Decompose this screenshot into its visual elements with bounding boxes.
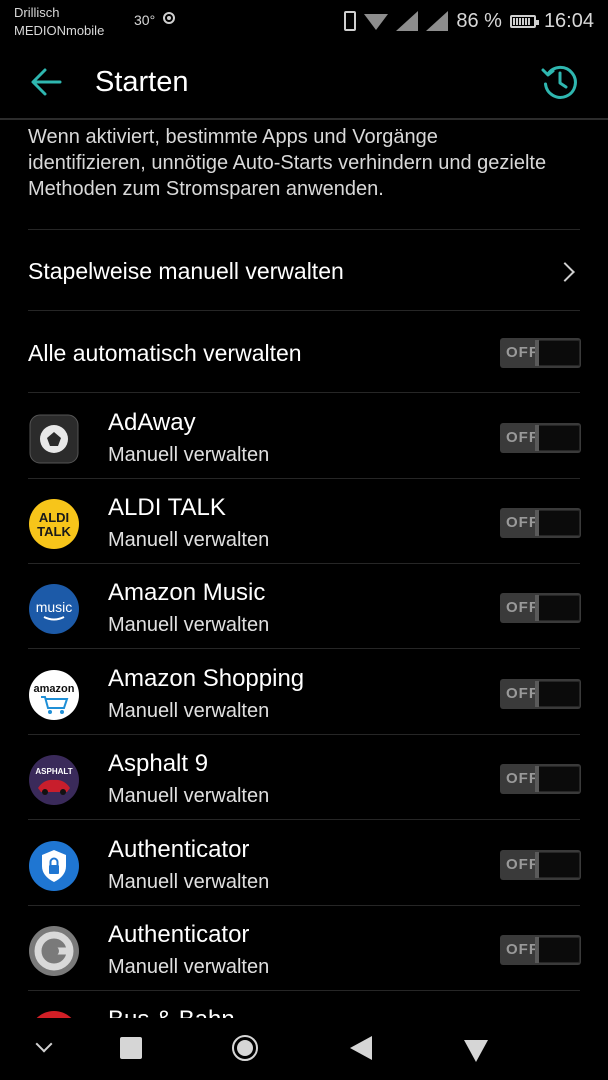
- app-toggle[interactable]: OFF: [500, 850, 581, 880]
- app-toggle[interactable]: OFF: [500, 935, 581, 965]
- bus-bahn-icon: [36, 1011, 72, 1018]
- app-subtitle: Manuell verwalten: [108, 956, 270, 978]
- app-subtitle: Manuell verwalten: [108, 871, 270, 893]
- batch-manage-row[interactable]: Stapelweise manuell verwalten: [0, 230, 608, 310]
- notifications-triangle-icon[interactable]: [464, 1040, 488, 1062]
- auto-manage-label: Alle automatisch verwalten: [28, 340, 302, 366]
- clock-history-icon[interactable]: [540, 62, 580, 102]
- auto-manage-toggle[interactable]: OFF: [500, 338, 581, 368]
- app-toggle[interactable]: OFF: [500, 679, 581, 709]
- app-name: Bus & Bahn: [108, 1005, 235, 1018]
- location-dot-icon: [163, 12, 175, 24]
- arrow-left-icon[interactable]: [28, 64, 64, 100]
- navigation-bar: [0, 1018, 608, 1080]
- app-name: AdAway: [108, 409, 196, 436]
- toggle-knob: [535, 425, 580, 451]
- vibrate-icon: [344, 11, 357, 31]
- divider: [28, 819, 580, 820]
- app-name: Authenticator: [108, 921, 250, 948]
- recents-square-icon[interactable]: [120, 1037, 142, 1059]
- chevron-down-icon[interactable]: [35, 1035, 53, 1053]
- temperature: 30°: [134, 12, 156, 28]
- status-bar: Drillisch MEDIONmobile 30° 86 % 16:04: [0, 0, 608, 44]
- home-circle-icon[interactable]: [232, 1035, 258, 1061]
- toolbar: Starten: [0, 44, 608, 119]
- toggle-knob: [535, 510, 580, 536]
- app-row-amazon-music: music Amazon Music Manuell verwalten OFF: [0, 564, 608, 649]
- asphalt-9-icon: ASPHALT: [29, 755, 79, 805]
- svg-text:music: music: [36, 599, 73, 615]
- svg-text:ALDI: ALDI: [39, 510, 69, 525]
- app-toggle[interactable]: OFF: [500, 423, 581, 453]
- divider: [28, 392, 580, 393]
- batch-manage-label: Stapelweise manuell verwalten: [28, 258, 344, 284]
- toggle-knob: [535, 340, 580, 366]
- divider: [28, 648, 580, 649]
- app-name: ALDI TALK: [108, 494, 226, 521]
- app-name: Amazon Music: [108, 579, 266, 606]
- toggle-knob: [535, 937, 580, 963]
- auto-manage-row: Alle automatisch verwalten OFF: [0, 311, 608, 391]
- battery-icon: [509, 14, 539, 28]
- chevron-right-icon: [555, 262, 575, 282]
- page-title: Starten: [95, 66, 189, 98]
- app-toggle[interactable]: OFF: [500, 593, 581, 623]
- toggle-knob: [535, 595, 580, 621]
- carrier-label: Drillisch MEDIONmobile: [14, 4, 104, 40]
- battery-percent: 86 %: [456, 9, 502, 32]
- aldi-talk-icon: ALDI TALK: [29, 499, 79, 549]
- svg-text:amazon: amazon: [34, 683, 75, 695]
- app-toggle[interactable]: OFF: [500, 764, 581, 794]
- app-row-authenticator-microsoft: Authenticator Manuell verwalten OFF: [0, 821, 608, 906]
- app-row-amazon-shopping: amazon Amazon Shopping Manuell verwalten…: [0, 650, 608, 735]
- google-authenticator-icon: [29, 926, 79, 976]
- app-subtitle: Manuell verwalten: [108, 529, 270, 551]
- description-text: Wenn aktiviert, bestimmte Apps und Vorgä…: [28, 126, 547, 200]
- app-subtitle: Manuell verwalten: [108, 614, 270, 636]
- app-name: Asphalt 9: [108, 750, 209, 777]
- svg-text:TALK: TALK: [37, 524, 71, 539]
- toggle-knob: [535, 852, 580, 878]
- microsoft-authenticator-icon: [29, 841, 79, 891]
- adaway-icon: [29, 414, 79, 464]
- back-triangle-icon[interactable]: [350, 1036, 372, 1060]
- app-row-aldi-talk: ALDI TALK ALDI TALK Manuell verwalten OF…: [0, 479, 608, 564]
- toolbar-divider: [0, 118, 608, 120]
- app-subtitle: Manuell verwalten: [108, 444, 270, 466]
- app-name: Authenticator: [108, 836, 250, 863]
- wifi-icon: [364, 14, 389, 30]
- app-row-asphalt-9: ASPHALT Asphalt 9 Manuell verwalten OFF: [0, 735, 608, 820]
- svg-text:ASPHALT: ASPHALT: [35, 767, 72, 776]
- app-name: Amazon Shopping: [108, 665, 305, 692]
- carrier-line1: Drillisch: [14, 5, 60, 20]
- amazon-shopping-icon: amazon: [29, 670, 79, 720]
- app-row-authenticator-google: Authenticator Manuell verwalten OFF: [0, 906, 608, 991]
- carrier-line2: MEDIONmobile: [14, 23, 105, 38]
- app-toggle[interactable]: OFF: [500, 508, 581, 538]
- app-row-adaway: AdAway Manuell verwalten OFF: [0, 394, 608, 479]
- toggle-knob: [535, 766, 580, 792]
- signal-icon: [396, 11, 419, 31]
- amazon-music-icon: music: [29, 584, 79, 634]
- signal-icon-2: [426, 11, 449, 31]
- app-subtitle: Manuell verwalten: [108, 700, 270, 722]
- app-subtitle: Manuell verwalten: [108, 785, 270, 807]
- toggle-knob: [535, 681, 580, 707]
- clock: 16:04: [543, 9, 594, 32]
- app-row-bus-bahn: Bus & Bahn: [0, 991, 608, 1018]
